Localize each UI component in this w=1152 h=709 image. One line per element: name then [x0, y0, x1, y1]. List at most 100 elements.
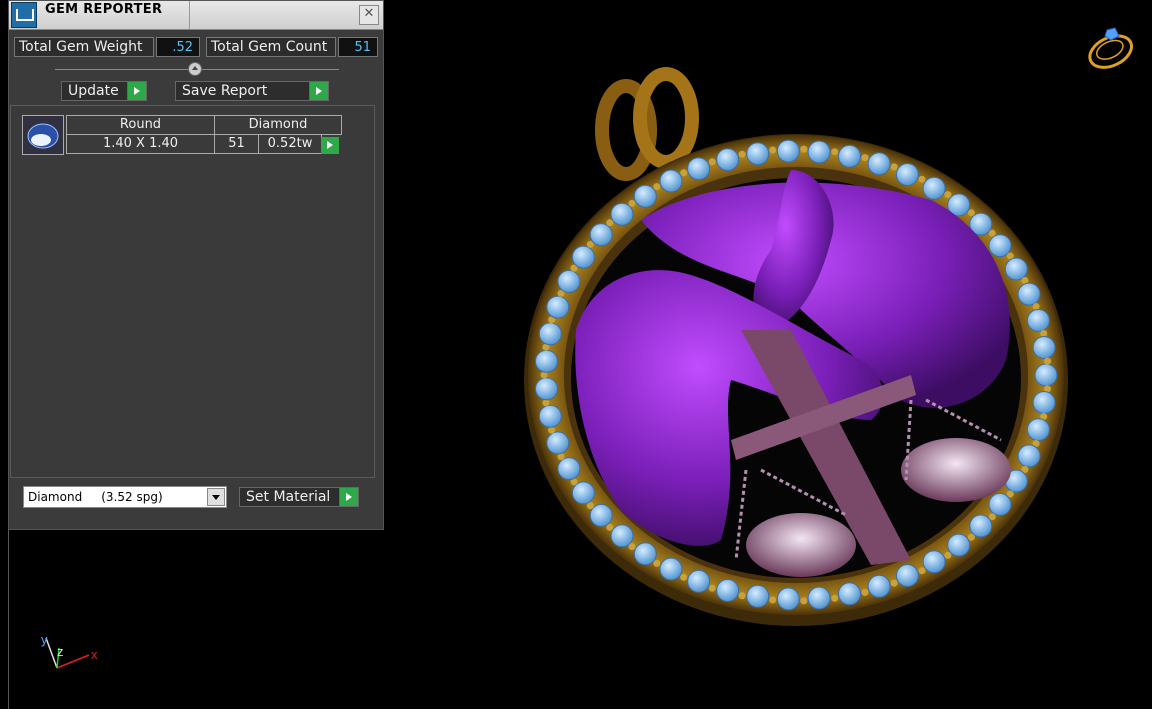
gem-stone: [838, 144, 861, 168]
update-button[interactable]: Update: [61, 81, 147, 101]
gem-stone: [776, 139, 800, 163]
gem-stone: [557, 269, 581, 293]
prong: [708, 158, 716, 166]
round-gem-icon[interactable]: [22, 115, 64, 155]
gem-stone: [659, 169, 683, 193]
total-count-value: 51: [338, 37, 378, 57]
gem-stone: [716, 148, 740, 172]
prong: [653, 559, 661, 567]
gem-stone: [538, 322, 562, 346]
chevron-down-icon[interactable]: [207, 488, 225, 506]
totals-row: Total Gem Weight .52 Total Gem Count 51: [14, 37, 378, 57]
prong: [548, 426, 556, 434]
gem-stone: [716, 578, 740, 602]
gem-stone: [659, 557, 683, 581]
prong: [918, 175, 926, 183]
total-weight-value: .52: [156, 37, 200, 57]
prong: [680, 573, 688, 581]
gem-stone: [535, 377, 558, 401]
prong: [967, 533, 975, 541]
prong: [738, 150, 746, 158]
gem-stone: [687, 569, 711, 593]
material-select[interactable]: Diamond (3.52 spg): [23, 486, 227, 508]
gem-reporter-panel: GEM REPORTER ✕ Total Gem Weight .52 Tota…: [8, 0, 384, 530]
panel-titlebar[interactable]: GEM REPORTER ✕: [9, 1, 383, 30]
prong: [800, 145, 808, 153]
gem-stone: [1017, 444, 1041, 468]
gem-stone: [807, 586, 831, 610]
gem-stone: [895, 564, 919, 587]
prong: [769, 146, 777, 154]
ring-view-icon[interactable]: [1085, 27, 1137, 74]
gem-stone: [867, 574, 891, 598]
set-material-button-label: Set Material: [246, 489, 331, 505]
gem-stone: [1017, 282, 1041, 306]
play-arrow-icon[interactable]: [321, 137, 339, 154]
gem-stone: [633, 184, 657, 208]
gem-stone: [633, 542, 657, 566]
update-button-label: Update: [68, 83, 119, 99]
gem-weight-cell: 0.52tw: [258, 134, 322, 154]
gem-count-cell: 51: [214, 134, 259, 154]
material-select-value: Diamond (3.52 spg): [28, 490, 163, 504]
prong: [1044, 357, 1051, 365]
prong: [680, 169, 688, 177]
gem-stone: [867, 152, 891, 176]
prong: [861, 154, 869, 162]
axis-label-y: y: [41, 632, 48, 647]
gem-stone: [535, 349, 558, 373]
axis-label-x: x: [91, 647, 98, 662]
gem-stone: [557, 457, 581, 481]
set-material-button[interactable]: Set Material: [239, 487, 359, 507]
prong: [769, 596, 777, 604]
save-report-button[interactable]: Save Report: [175, 81, 329, 101]
gem-stone: [571, 481, 595, 505]
prong: [1040, 330, 1048, 337]
gem-stone: [922, 176, 946, 200]
gem-reporter-icon: [11, 2, 37, 28]
prong: [890, 579, 898, 587]
prong: [944, 551, 952, 559]
gem-shape-cell: Round: [66, 115, 215, 135]
gem-size-cell: 1.40 X 1.40: [66, 134, 215, 154]
gem-stone: [838, 582, 861, 606]
total-weight-label: Total Gem Weight: [14, 37, 154, 57]
gem-stone: [546, 295, 570, 319]
gem-material-cell: Diamond: [214, 115, 342, 135]
axis-triad-icon: [45, 637, 90, 669]
prong: [542, 399, 550, 407]
prong: [890, 163, 898, 171]
gem-stone: [1034, 363, 1058, 387]
total-count-label: Total Gem Count: [206, 37, 336, 57]
gem-stone: [776, 587, 800, 611]
gem-stone: [1032, 336, 1056, 359]
gem-list: Round Diamond 1.40 X 1.40 51 0.52tw: [10, 105, 375, 478]
play-arrow-icon: [127, 82, 146, 100]
play-arrow-icon: [309, 82, 328, 100]
gem-stone: [746, 584, 770, 608]
prong: [738, 592, 746, 600]
gem-stone: [610, 202, 634, 226]
gem-stone: [687, 157, 711, 181]
prong: [653, 183, 661, 191]
gem-stone: [988, 492, 1012, 516]
prong: [628, 199, 636, 207]
gem-stone: [922, 550, 946, 574]
prong: [708, 584, 716, 592]
gem-stone: [1032, 391, 1056, 414]
axis-label-z: z: [57, 644, 64, 659]
prong: [918, 567, 926, 575]
gem-stone: [589, 223, 613, 247]
panel-slider-knob[interactable]: [188, 62, 202, 76]
close-icon[interactable]: ✕: [359, 5, 379, 25]
prong: [800, 597, 808, 605]
gem-stone: [610, 524, 634, 548]
gem-stone: [969, 514, 993, 538]
gem-stone: [538, 404, 562, 428]
panel-title: GEM REPORTER: [45, 2, 163, 17]
play-arrow-icon: [339, 488, 358, 506]
gem-stone: [746, 142, 770, 166]
gem-stone: [895, 163, 919, 186]
gem-stone: [1026, 418, 1050, 442]
gem-stone: [988, 234, 1012, 258]
